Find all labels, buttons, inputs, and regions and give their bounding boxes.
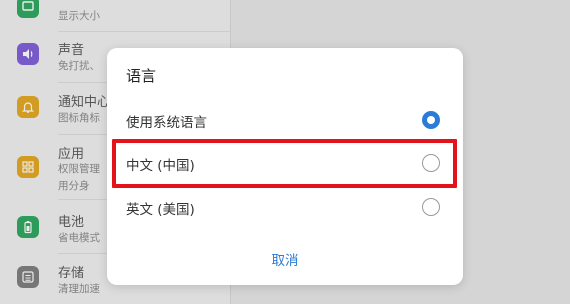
highlight-annotation-box (112, 139, 457, 188)
dialog-title: 语言 (126, 67, 157, 85)
option-english-us[interactable]: 英文 (美国) (107, 187, 463, 227)
option-system-language[interactable]: 使用系统语言 (107, 100, 463, 140)
radio-checked-icon[interactable] (422, 111, 440, 129)
radio-unchecked-icon[interactable] (422, 198, 440, 216)
option-label: 英文 (美国) (126, 202, 195, 218)
option-label: 使用系统语言 (126, 115, 207, 131)
cancel-button[interactable]: 取消 (107, 246, 463, 276)
